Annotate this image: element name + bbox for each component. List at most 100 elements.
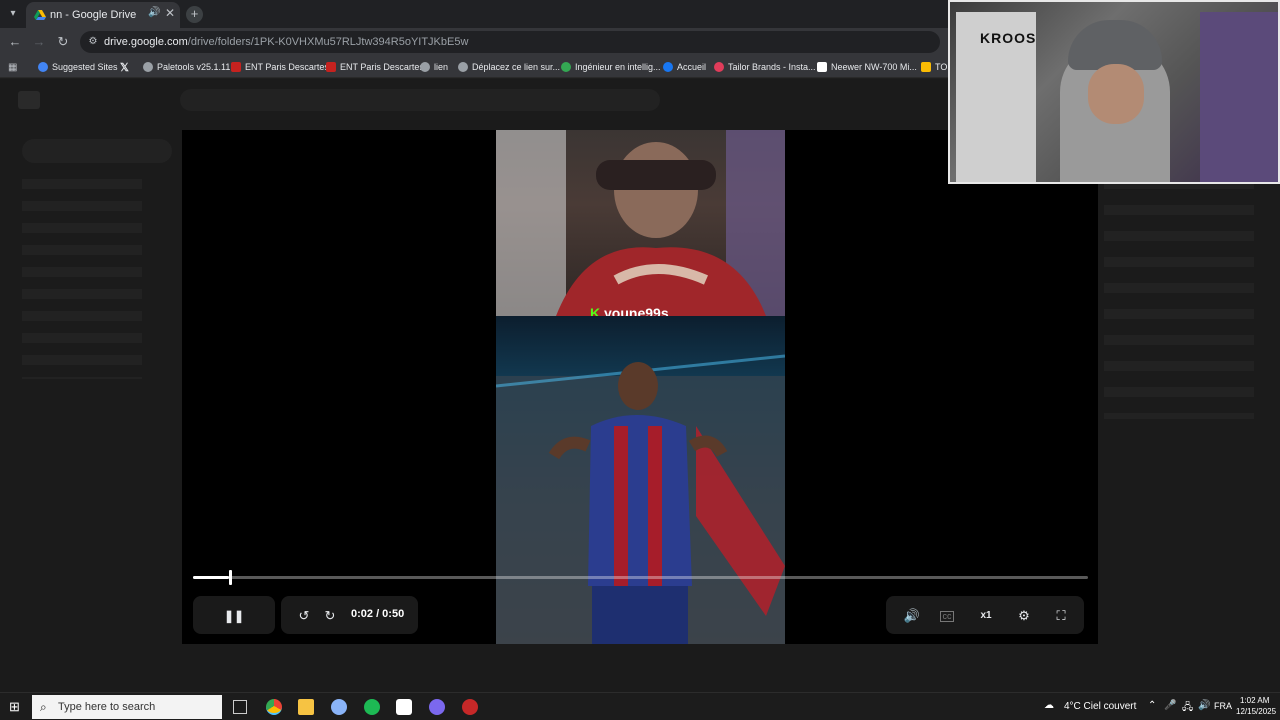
bookmark-deplacez[interactable]: Déplacez ce lien sur... [458, 60, 560, 74]
reload-icon[interactable]: ↻ [54, 33, 72, 51]
jersey-text: KROOS [980, 30, 1037, 46]
google-drive-icon [34, 10, 46, 20]
captions-icon[interactable]: cc [940, 611, 954, 622]
bookmark-neewer[interactable]: Neewer NW-700 Mi... [817, 60, 917, 74]
seek-handle[interactable] [228, 570, 232, 585]
tab-title: nn - Google Drive [50, 9, 137, 21]
bookmark-label: Ingénieur en intellig... [575, 62, 661, 72]
seek-bar[interactable] [193, 570, 1088, 585]
forward-icon[interactable]: → [30, 33, 48, 51]
weather-text[interactable]: 4°C Ciel couvert [1064, 701, 1136, 712]
drive-details-panel [1104, 179, 1254, 419]
clock-time[interactable]: 1:02 AM [1240, 696, 1269, 705]
drive-search-box [180, 89, 660, 111]
globe-icon [420, 62, 430, 72]
language-indicator[interactable]: FRA [1214, 701, 1232, 711]
file-explorer-icon[interactable] [298, 699, 314, 715]
tab-search-icon[interactable]: ▾ [4, 6, 22, 22]
fullscreen-icon[interactable]: ⛶ [1051, 606, 1071, 626]
amazon-icon [817, 62, 827, 72]
globe-icon [38, 62, 48, 72]
globe-icon [143, 62, 153, 72]
bookmark-label: ENT Paris Descartes [340, 62, 424, 72]
tailor-brands-icon [714, 62, 724, 72]
bookmark-ent-2[interactable]: ENT Paris Descartes [326, 60, 424, 74]
new-tab-button[interactable]: + [186, 6, 203, 23]
bookmark-ingenieur[interactable]: Ingénieur en intellig... [561, 60, 661, 74]
chevron-up-icon[interactable]: ⌃ [1148, 700, 1156, 711]
cap [1068, 20, 1162, 70]
app-icon[interactable] [331, 699, 347, 715]
bookmark-label: Déplacez ce lien sur... [472, 62, 561, 72]
bookmark-label: Paletools v25.1.11 [157, 62, 231, 72]
drive-sidebar [22, 179, 142, 379]
url-host: drive.google.com [104, 36, 188, 48]
globe-icon [458, 62, 468, 72]
network-icon[interactable]: 🖧 [1182, 700, 1193, 717]
close-icon[interactable]: ✕ [165, 6, 175, 20]
seek-bar-progress [193, 576, 229, 579]
bookmark-label: Suggested Sites [52, 62, 118, 72]
bookmark-label: Tailor Brands - Insta... [728, 62, 816, 72]
app-icon[interactable] [396, 699, 412, 715]
stadium-scene-illustration [496, 354, 785, 644]
video-player[interactable]: K youne99s ❚❚ ↺ ↻ 0:02 / 0:50 🔊 cc x1 ⚙ … [182, 130, 1098, 644]
back-icon[interactable]: ← [6, 33, 24, 51]
microphone-icon[interactable]: 🎤 [1164, 700, 1176, 711]
url-path: /drive/folders/1PK-K0VHXMu57RLJtw394R5oY… [187, 36, 469, 48]
windows-taskbar: ⊞ ⌕ Type here to search ☁ 4°C Ciel couve… [0, 692, 1280, 720]
speaker-icon[interactable]: 🔊 [148, 7, 160, 18]
bookmark-x[interactable]: 𝕏 [120, 60, 129, 74]
volume-icon[interactable]: 🔊 [902, 606, 922, 626]
settings-controls: 🔊 cc x1 ⚙ ⛶ [886, 596, 1084, 634]
chrome-icon[interactable] [266, 699, 282, 715]
streamer-face [1088, 64, 1144, 124]
taskbar-search[interactable]: ⌕ Type here to search [32, 695, 222, 719]
bookmark-label: Neewer NW-700 Mi... [831, 62, 917, 72]
play-controls: ❚❚ [193, 596, 275, 634]
gear-icon[interactable]: ⚙ [1014, 606, 1034, 626]
bookmark-icon [921, 62, 931, 72]
apps-icon[interactable]: ▦ [8, 60, 17, 74]
search-icon: ⌕ [40, 700, 47, 714]
weather-icon[interactable]: ☁ [1044, 700, 1054, 711]
bookmark-tailor-brands[interactable]: Tailor Brands - Insta... [714, 60, 816, 74]
streamer-webcam-overlay: KROOS [948, 0, 1280, 184]
bookmark-lien[interactable]: lien [420, 60, 448, 74]
playback-speed-button[interactable]: x1 [976, 606, 996, 626]
ent-icon [231, 62, 241, 72]
poster-backdrop [1200, 12, 1278, 182]
app-icon[interactable] [462, 699, 478, 715]
rewind-10-icon[interactable]: ↺ [294, 606, 314, 626]
clock-date[interactable]: 12/15/2025 [1236, 707, 1276, 716]
ent-icon [326, 62, 336, 72]
windows-start-icon[interactable]: ⊞ [9, 700, 23, 714]
volume-tray-icon[interactable]: 🔊 [1198, 700, 1210, 711]
site-info-icon[interactable]: ⚙ [86, 35, 100, 49]
bookmark-ent-1[interactable]: ENT Paris Descartes [231, 60, 329, 74]
bookmark-label: lien [434, 62, 449, 72]
drive-logo-icon [18, 91, 40, 109]
time-display: 0:02 / 0:50 [351, 608, 405, 620]
bookmark-paletools[interactable]: Paletools v25.1.11 [143, 60, 230, 74]
task-view-icon[interactable] [233, 700, 247, 714]
spotify-icon[interactable] [364, 699, 380, 715]
bookmark-accueil[interactable]: Accueil [663, 60, 706, 74]
bookmark-label: Accueil [677, 62, 707, 72]
video-frame[interactable]: K youne99s [496, 130, 785, 644]
highlight-clip-area [496, 316, 785, 644]
search-placeholder: Type here to search [58, 701, 156, 713]
google-icon [561, 62, 571, 72]
seek-controls: ↺ ↻ 0:02 / 0:50 [281, 596, 418, 634]
x-icon: 𝕏 [120, 61, 129, 74]
bookmark-label: ENT Paris Descartes [245, 62, 329, 72]
forward-10-icon[interactable]: ↻ [320, 606, 340, 626]
url-text[interactable]: drive.google.com/drive/folders/1PK-K0VHX… [104, 36, 468, 48]
pause-icon[interactable]: ❚❚ [224, 606, 244, 626]
tab-active[interactable]: nn - Google Drive 🔊 ✕ [26, 2, 180, 28]
facebook-icon [663, 62, 673, 72]
streamer-video-area [496, 130, 785, 316]
address-bar[interactable]: ⚙ drive.google.com/drive/folders/1PK-K0V… [80, 31, 940, 53]
bookmark-suggested-sites[interactable]: Suggested Sites [38, 60, 118, 74]
app-icon[interactable] [429, 699, 445, 715]
